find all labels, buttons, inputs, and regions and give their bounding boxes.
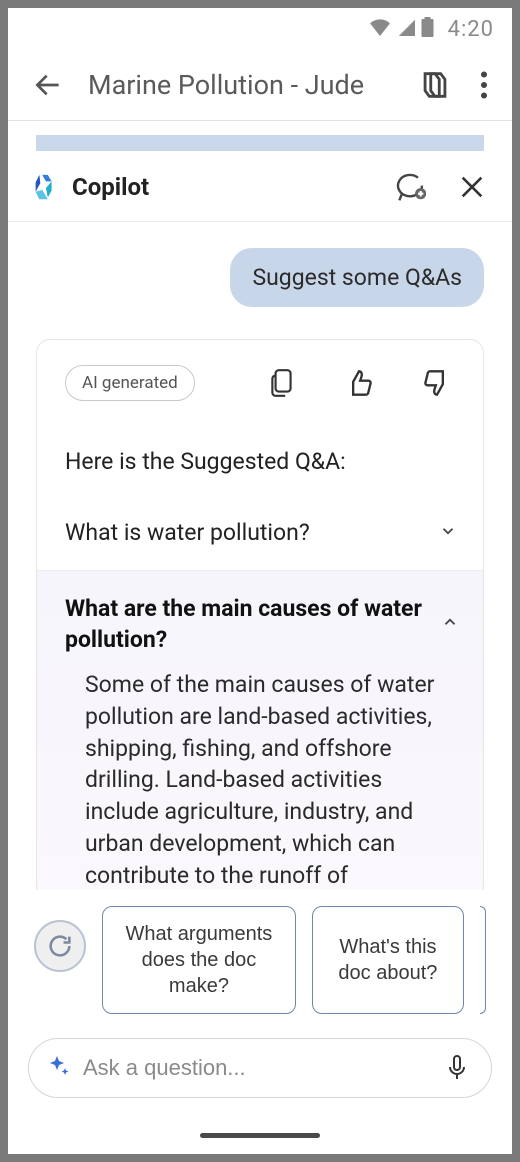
copy-button[interactable]: [265, 364, 299, 402]
new-chat-button[interactable]: [390, 167, 430, 207]
response-intro: Here is the Suggested Q&A:: [37, 402, 483, 489]
card-toolbar: AI generated: [37, 364, 483, 402]
chevron-up-icon: [441, 613, 459, 635]
document-peek-strip: [36, 135, 484, 151]
app-header: Marine Pollution - Jude: [8, 50, 512, 120]
home-indicator: [200, 1133, 320, 1138]
ask-input-wrap: [28, 1038, 492, 1098]
clock-time: 4:20: [448, 17, 494, 42]
thumbs-down-button[interactable]: [419, 365, 455, 401]
refresh-suggestions-button[interactable]: [34, 920, 86, 972]
divider: [8, 120, 512, 121]
wifi-icon: [369, 18, 391, 40]
chevron-down-icon: [439, 519, 457, 546]
cell-signal-icon: [397, 18, 415, 40]
ask-input[interactable]: [83, 1055, 429, 1081]
suggestion-chip-1[interactable]: What arguments does the doc make?: [102, 906, 296, 1014]
sparkle-icon: [47, 1054, 71, 1082]
qa-question-label: What is water pollution?: [65, 519, 439, 546]
mic-button[interactable]: [441, 1050, 473, 1086]
copilot-panel-header: Copilot: [8, 151, 512, 222]
qa-answer-text: Some of the main causes of water polluti…: [65, 655, 459, 909]
thumbs-up-button[interactable]: [341, 365, 377, 401]
ask-input-bar[interactable]: [28, 1038, 492, 1098]
status-bar: 4:20: [8, 8, 512, 50]
close-button[interactable]: [454, 169, 490, 205]
battery-icon: [421, 17, 434, 41]
chat-area: Suggest some Q&As: [8, 222, 512, 307]
suggestion-row: What arguments does the doc make? What's…: [16, 890, 504, 1014]
ai-generated-badge: AI generated: [65, 365, 195, 401]
qa-item-collapsed[interactable]: What is water pollution?: [37, 489, 483, 570]
qa-question-label: What are the main causes of water pollut…: [65, 593, 441, 655]
user-message-bubble: Suggest some Q&As: [230, 248, 484, 307]
back-button[interactable]: [28, 65, 68, 105]
document-title: Marine Pollution - Jude: [88, 69, 394, 101]
suggestion-chip-overflow[interactable]: [480, 906, 486, 1014]
more-menu-button[interactable]: [476, 67, 492, 103]
suggestion-chip-2[interactable]: What's this doc about?: [312, 906, 464, 1014]
qa-item-expanded[interactable]: What are the main causes of water pollut…: [37, 570, 483, 909]
copilot-title: Copilot: [72, 173, 378, 201]
copilot-header-icon[interactable]: [414, 64, 456, 106]
copilot-logo-icon: [30, 172, 60, 202]
ai-response-card: AI generated Here is the Suggested Q&A: …: [36, 339, 484, 910]
